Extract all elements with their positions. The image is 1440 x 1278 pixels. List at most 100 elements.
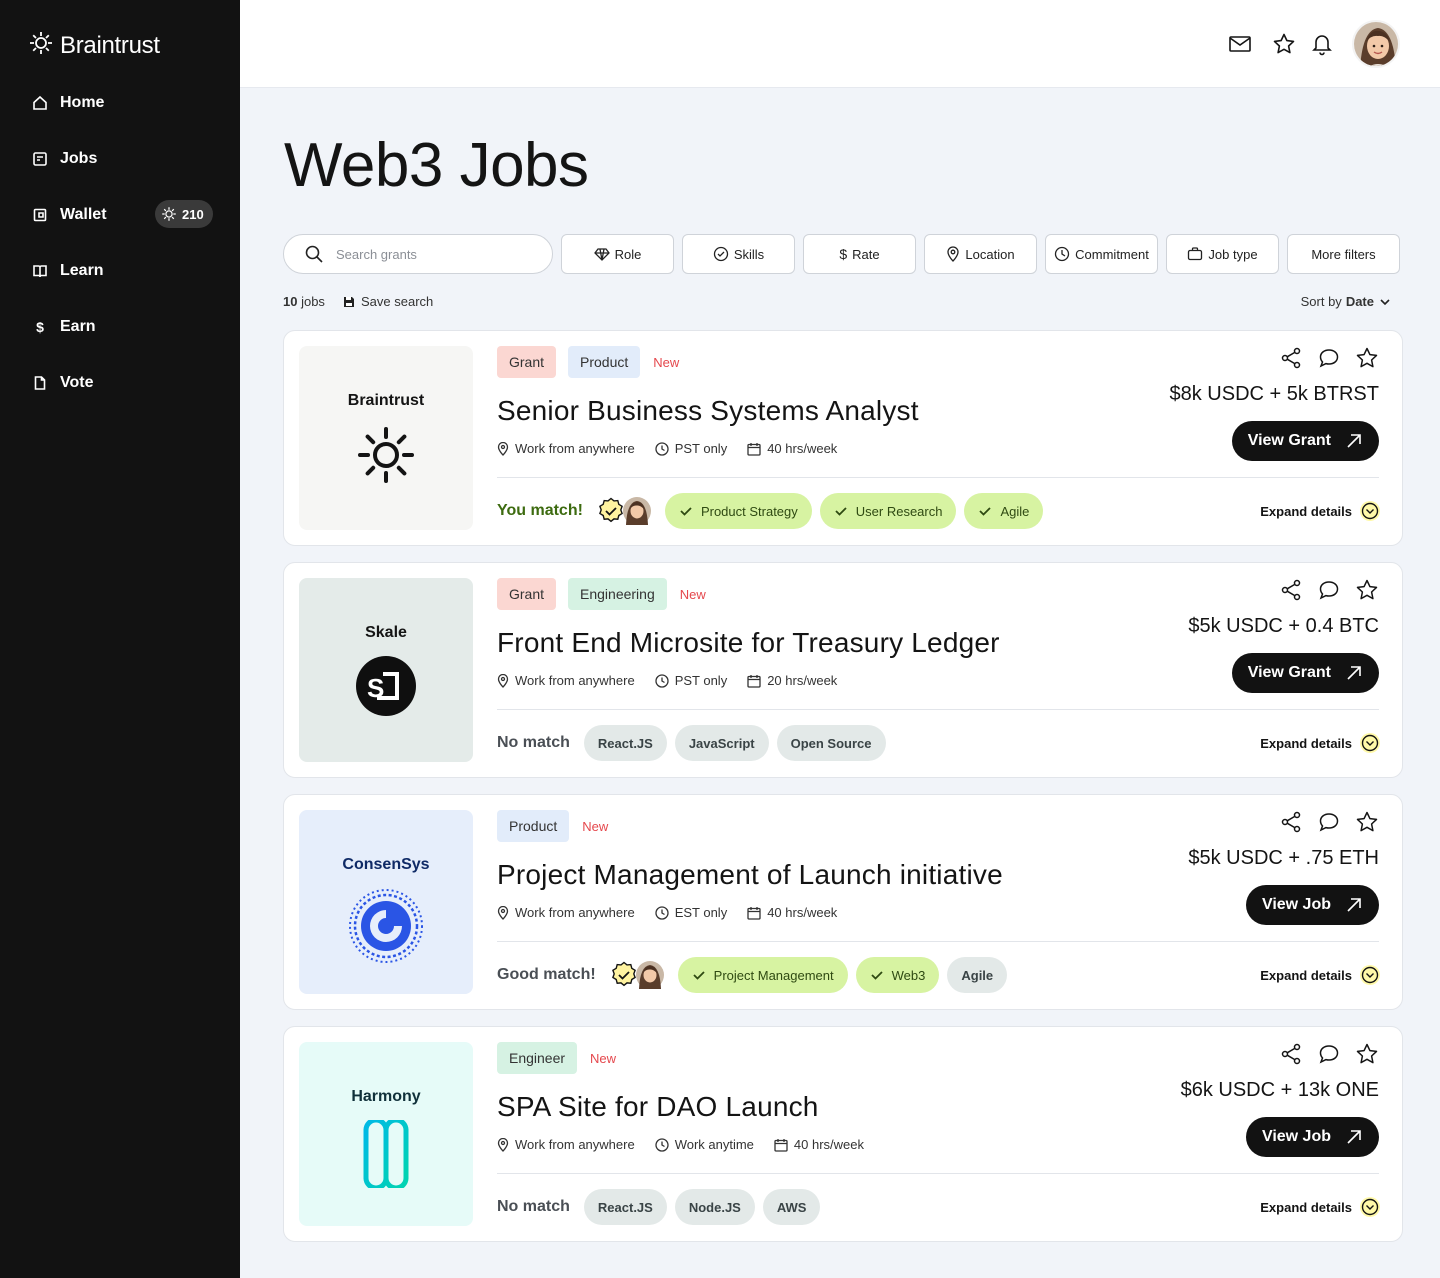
star-icon[interactable]: [1355, 1042, 1379, 1066]
check-icon: [680, 507, 692, 516]
clock-icon: [655, 441, 669, 456]
filter-job-type-button[interactable]: Job type: [1166, 234, 1279, 274]
job-location: Work from anywhere: [515, 905, 635, 920]
match-row: Good match! Project Management Web3 Agil…: [497, 957, 1015, 993]
star-icon[interactable]: [1272, 32, 1296, 56]
job-title[interactable]: Senior Business Systems Analyst: [497, 395, 919, 427]
sidebar-item-learn[interactable]: Learn: [32, 257, 208, 285]
chevron-down-circle-icon: [1360, 501, 1380, 521]
view-job-button[interactable]: View Job: [1245, 885, 1379, 925]
job-card[interactable]: Harmony Engineer New SPA Site for DAO La…: [283, 1026, 1403, 1242]
braintrust-logo-icon: [358, 427, 414, 483]
filter-location-button[interactable]: Location: [924, 234, 1037, 274]
calendar-icon: [747, 674, 761, 688]
filter-label: Location: [965, 246, 1015, 262]
skill-chip: AWS: [762, 1189, 821, 1225]
search-input[interactable]: Search grants: [283, 234, 553, 274]
filter-rate-button[interactable]: $ Rate: [803, 234, 916, 274]
braintrust-logo[interactable]: Braintrust: [28, 30, 160, 61]
job-tags: Grant Engineering New: [497, 578, 706, 610]
job-title[interactable]: Project Management of Launch initiative: [497, 859, 1003, 891]
filter-label: More filters: [1311, 246, 1376, 262]
view-grant-button[interactable]: View Grant: [1231, 421, 1379, 461]
company-logo-box: Skale S: [299, 578, 473, 762]
chevron-down-icon: [1380, 298, 1390, 305]
share-icon[interactable]: [1279, 1042, 1303, 1066]
view-job-button[interactable]: View Job: [1245, 1117, 1379, 1157]
job-actions: [1279, 1042, 1379, 1066]
skill-chip: Open Source: [776, 725, 886, 761]
filter-skills-button[interactable]: Skills: [682, 234, 795, 274]
comment-icon[interactable]: [1317, 1042, 1341, 1066]
skill-label: Node.JS: [688, 1199, 741, 1215]
job-title[interactable]: SPA Site for DAO Launch: [497, 1091, 819, 1123]
location-pin-icon: [497, 1137, 509, 1152]
star-icon[interactable]: [1355, 346, 1379, 370]
braintrust-sun-icon: [28, 30, 54, 61]
job-timezone: EST only: [674, 905, 728, 920]
job-card[interactable]: ConsenSys Product New Project Management…: [283, 794, 1403, 1010]
save-search-button[interactable]: Save search: [343, 294, 433, 309]
expand-label: Expand details: [1260, 503, 1352, 519]
filter-role-button[interactable]: Role: [561, 234, 674, 274]
diamond-icon: [593, 248, 610, 261]
sidebar-item-earn[interactable]: $ Earn: [32, 313, 208, 341]
match-label: No match: [497, 734, 570, 751]
match-label: You match!: [497, 502, 583, 519]
share-icon[interactable]: [1279, 810, 1303, 834]
job-timezone: Work anytime: [674, 1137, 754, 1152]
share-icon[interactable]: [1279, 578, 1303, 602]
more-filters-button[interactable]: More filters: [1287, 234, 1400, 274]
job-meta: Work from anywhere Work anytime 40 hrs/w…: [497, 1137, 884, 1152]
job-meta: Work from anywhere EST only 40 hrs/week: [497, 905, 857, 920]
card-divider: [497, 941, 1379, 942]
expand-details-button[interactable]: Expand details: [1260, 1197, 1380, 1217]
view-button-label: View Job: [1261, 1128, 1331, 1145]
sidebar-item-home[interactable]: Home: [32, 89, 208, 117]
mail-icon[interactable]: [1228, 32, 1252, 56]
view-grant-button[interactable]: View Grant: [1231, 653, 1379, 693]
bell-icon[interactable]: [1310, 32, 1334, 56]
company-logo-box: ConsenSys: [299, 810, 473, 994]
job-tags: Grant Product New: [497, 346, 679, 378]
comment-icon[interactable]: [1317, 346, 1341, 370]
chevron-down-circle-icon: [1360, 1197, 1380, 1217]
comment-icon[interactable]: [1317, 578, 1341, 602]
job-hours: 40 hrs/week: [767, 441, 838, 456]
check-icon: [835, 507, 847, 516]
filter-commitment-button[interactable]: Commitment: [1045, 234, 1158, 274]
new-badge: New: [679, 586, 706, 602]
sort-dropdown[interactable]: Sort by Date: [1301, 294, 1392, 309]
job-meta: Work from anywhere PST only 20 hrs/week: [497, 673, 857, 688]
expand-details-button[interactable]: Expand details: [1260, 733, 1380, 753]
arrow-up-right-icon: [1347, 898, 1361, 912]
skill-chip: User Research: [819, 493, 957, 529]
match-row: You match! Product Strategy User Researc…: [497, 493, 1051, 529]
comment-icon[interactable]: [1317, 810, 1341, 834]
jobs-icon: [32, 151, 48, 167]
job-card[interactable]: Skale S Grant Engineering New Front End …: [283, 562, 1403, 778]
star-icon[interactable]: [1355, 578, 1379, 602]
match-row: No match React.JS Node.JS AWS: [497, 1189, 828, 1225]
search-icon: [305, 245, 323, 263]
expand-details-button[interactable]: Expand details: [1260, 501, 1380, 521]
view-button-label: View Grant: [1247, 432, 1331, 449]
sidebar-item-wallet[interactable]: Wallet 210: [32, 200, 213, 229]
share-icon[interactable]: [1279, 346, 1303, 370]
star-icon[interactable]: [1355, 810, 1379, 834]
skill-label: Product Strategy: [700, 503, 798, 519]
company-name: ConsenSys: [342, 856, 430, 873]
user-avatar[interactable]: [1352, 20, 1400, 68]
sidebar-item-label: Jobs: [60, 150, 98, 167]
sidebar-item-jobs[interactable]: Jobs: [32, 145, 208, 173]
job-price: $6k USDC + 13k ONE: [1180, 1079, 1379, 1101]
location-pin-icon: [947, 246, 960, 262]
sidebar-item-vote[interactable]: Vote: [32, 369, 208, 397]
skill-chip: Web3: [855, 957, 940, 993]
clock-icon: [655, 1137, 669, 1152]
job-hours: 40 hrs/week: [793, 1137, 865, 1152]
skill-chip: Node.JS: [674, 1189, 755, 1225]
job-card[interactable]: Braintrust Grant Product New Senior Busi…: [283, 330, 1403, 546]
expand-details-button[interactable]: Expand details: [1260, 965, 1380, 985]
job-title[interactable]: Front End Microsite for Treasury Ledger: [497, 627, 1000, 659]
